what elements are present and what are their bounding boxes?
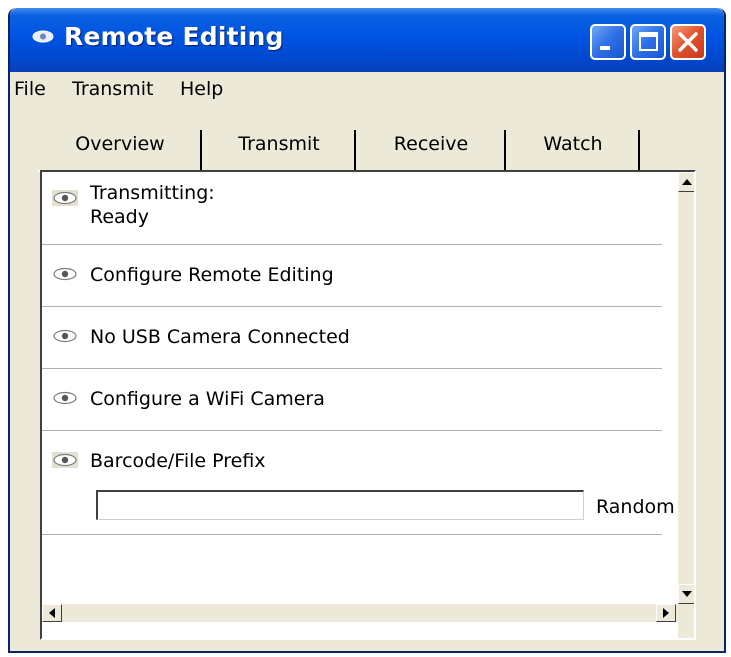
remote-editing-window: Remote Editing File Transmit Help Overvi… [8,8,726,653]
window-title: Remote Editing [64,22,284,51]
arrow-right-icon [663,608,669,618]
usb-camera-label: No USB Camera Connected [90,326,350,348]
prefix-input[interactable] [96,490,584,520]
transmitting-label: Transmitting: [90,182,215,204]
maximize-icon [639,32,658,51]
scroll-left-button[interactable] [42,604,62,622]
tab-transmit[interactable]: Transmit [204,124,354,164]
arrow-left-icon [49,608,55,618]
scroll-down-button[interactable] [678,584,694,604]
list-item-usb-camera[interactable]: No USB Camera Connected [42,306,662,369]
eye-app-icon [32,30,54,43]
close-button[interactable] [670,24,706,60]
menu-help[interactable]: Help [180,78,223,100]
close-icon [678,32,698,52]
eye-icon [52,190,78,206]
list-item-configure-remote-editing[interactable]: Configure Remote Editing [42,244,662,307]
arrow-up-icon [682,179,692,185]
tab-divider [638,130,640,170]
eye-icon [53,267,77,281]
maximize-button[interactable] [630,24,666,60]
tab-divider [354,130,356,170]
barcode-prefix-label: Barcode/File Prefix [90,450,266,472]
tab-strip: Overview Transmit Receive Watch [10,116,724,172]
scroll-right-button[interactable] [656,604,676,622]
scrollbar-corner [678,604,694,638]
scroll-up-button[interactable] [678,172,694,192]
minimize-icon [600,46,610,50]
eye-icon [52,452,78,468]
menu-bar: File Transmit Help [10,72,724,108]
tab-receive[interactable]: Receive [358,124,504,164]
menu-transmit[interactable]: Transmit [72,78,153,100]
random-button[interactable]: Random [596,496,675,518]
horizontal-scrollbar[interactable] [42,604,678,622]
wifi-camera-label: Configure a WiFi Camera [90,388,325,410]
transmitting-status: Ready [90,206,149,228]
tab-overview[interactable]: Overview [40,124,200,164]
minimize-button[interactable] [590,24,626,60]
arrow-down-icon [682,591,692,597]
list-item-wifi-camera[interactable]: Configure a WiFi Camera [42,368,662,431]
vertical-scrollbar[interactable] [678,172,694,604]
tab-watch[interactable]: Watch [508,124,638,164]
status-row: Transmitting: Ready [42,172,662,245]
menu-file[interactable]: File [14,78,46,100]
eye-icon [53,329,77,343]
configure-remote-editing-label: Configure Remote Editing [90,264,334,286]
tab-divider [504,130,506,170]
overview-panel: Transmitting: Ready Configure Remote Edi… [40,170,696,640]
eye-icon [53,391,77,405]
title-bar[interactable]: Remote Editing [10,8,724,72]
tab-divider [200,130,202,170]
